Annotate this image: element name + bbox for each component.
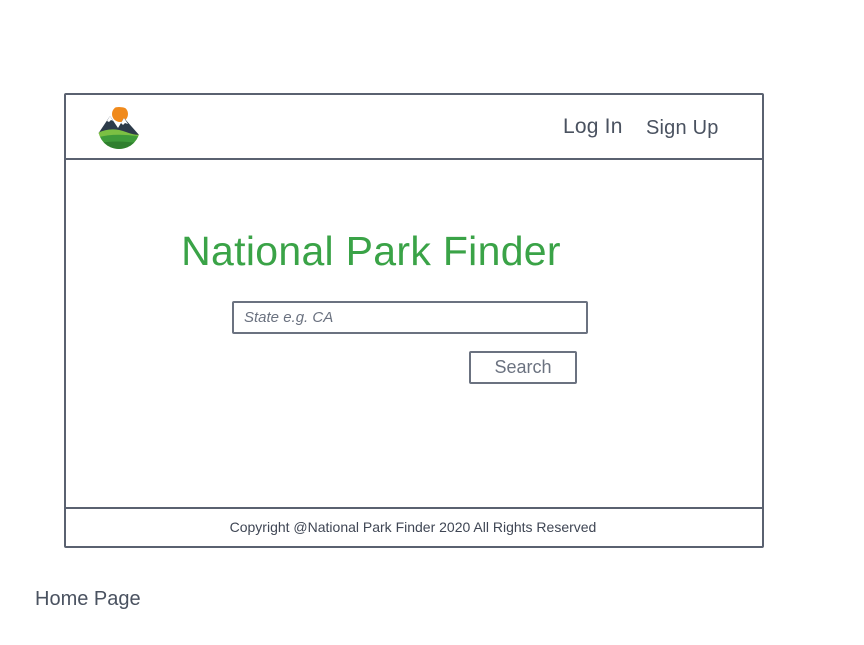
signup-link[interactable]: Sign Up	[646, 117, 719, 140]
site-header: Log In Sign Up	[66, 95, 762, 160]
wireframe-caption: Home Page	[35, 588, 141, 610]
mountain-sun-logo-icon[interactable]	[96, 104, 142, 150]
login-link[interactable]: Log In	[563, 115, 623, 139]
wireframe-canvas: Log In Sign Up National Park Finder Sear…	[0, 0, 864, 645]
state-search-input[interactable]	[232, 301, 588, 334]
browser-frame: Log In Sign Up National Park Finder Sear…	[64, 93, 764, 548]
search-button[interactable]: Search	[469, 351, 577, 384]
copyright-text: Copyright @National Park Finder 2020 All…	[229, 519, 597, 535]
site-footer: Copyright @National Park Finder 2020 All…	[66, 507, 762, 546]
page-title: National Park Finder	[181, 228, 561, 274]
